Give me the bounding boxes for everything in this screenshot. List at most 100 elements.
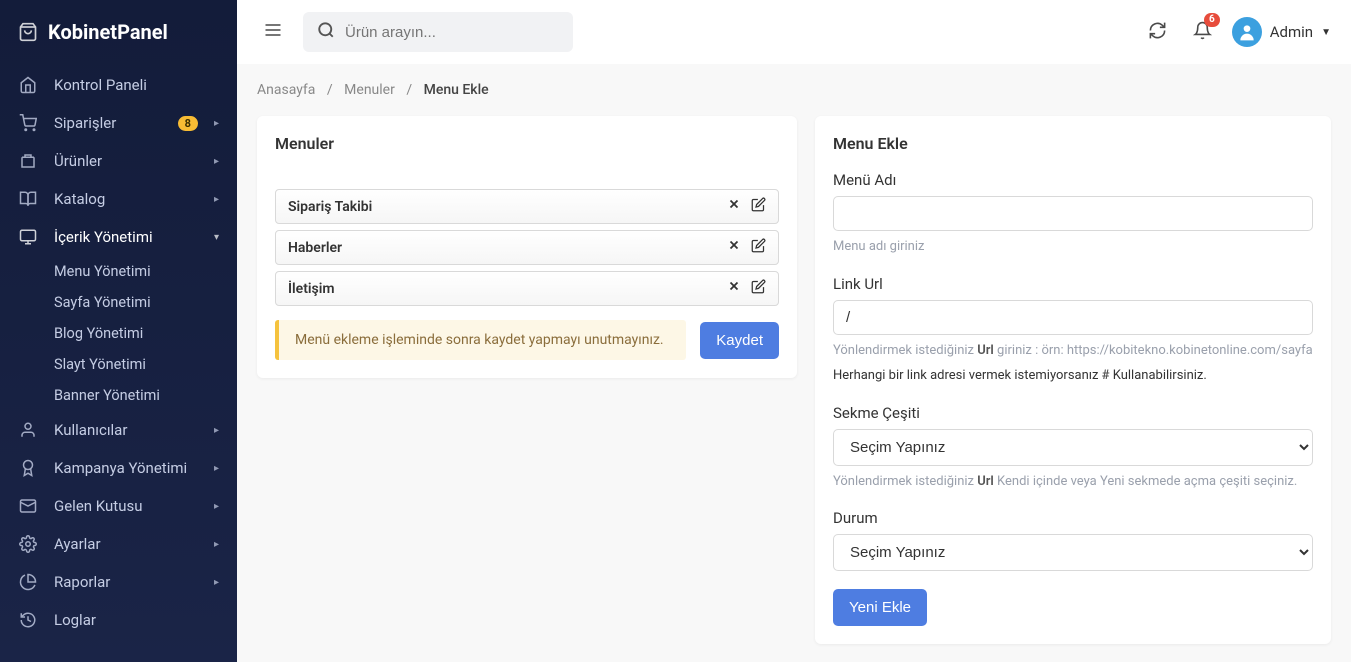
url-help-1: Yönlendirmek istediğiniz Url giriniz : ö… — [833, 341, 1313, 361]
brand-label: KobinetPanel — [48, 20, 168, 44]
status-select[interactable]: Seçim Yapınız — [833, 534, 1313, 571]
breadcrumb: Anasayfa / Menuler / Menu Ekle — [257, 82, 1331, 98]
nav-reports[interactable]: Raporlar ▸ — [0, 563, 237, 601]
nav-label: Kampanya Yönetimi — [54, 459, 198, 477]
menu-row[interactable]: Sipariş Takibi — [275, 189, 779, 224]
nav-products[interactable]: Ürünler ▸ — [0, 142, 237, 180]
breadcrumb-sep: / — [406, 82, 412, 98]
url-input[interactable] — [833, 300, 1313, 335]
delete-icon[interactable] — [727, 279, 741, 298]
nav-content[interactable]: İçerik Yönetimi ▾ — [0, 218, 237, 256]
url-label: Link Url — [833, 275, 1313, 293]
nav-label: Kullanıcılar — [54, 421, 198, 439]
chevron-right-icon: ▸ — [214, 463, 219, 474]
status-label: Durum — [833, 509, 1313, 527]
avatar — [1232, 17, 1262, 47]
subnav-label: Sayfa Yönetimi — [54, 294, 151, 311]
search-input[interactable] — [345, 24, 559, 41]
breadcrumb-mid[interactable]: Menuler — [344, 82, 395, 98]
nav-label: Katalog — [54, 190, 198, 208]
subnav-content: Menu Yönetimi Sayfa Yönetimi Blog Yöneti… — [0, 256, 237, 411]
search-icon — [317, 21, 335, 43]
logo-icon — [18, 18, 38, 46]
badge: 8 — [178, 116, 198, 131]
url-help-2: Herhangi bir link adresi vermek istemiyo… — [833, 366, 1313, 386]
breadcrumb-active: Menu Ekle — [424, 82, 489, 98]
nav-label: Ürünler — [54, 152, 198, 170]
sidebar: KobinetPanel Kontrol Paneli Siparişler 8… — [0, 0, 237, 662]
search-box[interactable] — [303, 12, 573, 52]
chevron-right-icon: ▸ — [214, 156, 219, 167]
edit-icon[interactable] — [751, 197, 766, 216]
tab-help: Yönlendirmek istediğiniz Url Kendi içind… — [833, 472, 1313, 492]
nav-catalog[interactable]: Katalog ▸ — [0, 180, 237, 218]
nav-logs[interactable]: Loglar — [0, 601, 237, 639]
user-menu[interactable]: Admin ▼ — [1232, 17, 1331, 47]
subnav-label: Slayt Yönetimi — [54, 356, 146, 373]
edit-icon[interactable] — [751, 238, 766, 257]
name-help: Menu adı giriniz — [833, 237, 1313, 257]
nav-dashboard[interactable]: Kontrol Paneli — [0, 66, 237, 104]
nav-orders[interactable]: Siparişler 8 ▸ — [0, 104, 237, 142]
chevron-right-icon: ▸ — [214, 539, 219, 550]
mail-icon — [18, 497, 38, 515]
chevron-right-icon: ▸ — [214, 501, 219, 512]
package-icon — [18, 152, 38, 170]
tab-label: Sekme Çeşiti — [833, 404, 1313, 422]
chart-icon — [18, 573, 38, 591]
nav-label: Loglar — [54, 611, 219, 629]
nav: Kontrol Paneli Siparişler 8 ▸ Ürünler ▸ … — [0, 66, 237, 639]
main: 6 Admin ▼ Anasayfa / Menuler / Menu Ekle — [237, 0, 1351, 662]
subnav-slide[interactable]: Slayt Yönetimi — [0, 349, 237, 380]
subnav-banner[interactable]: Banner Yönetimi — [0, 380, 237, 411]
cart-icon — [18, 114, 38, 132]
chevron-right-icon: ▸ — [214, 194, 219, 205]
delete-icon[interactable] — [727, 197, 741, 216]
menu-toggle[interactable] — [257, 14, 289, 50]
card-title: Menuler — [275, 134, 779, 153]
menu-row[interactable]: İletişim — [275, 271, 779, 306]
menu-row[interactable]: Haberler — [275, 230, 779, 265]
nav-campaigns[interactable]: Kampanya Yönetimi ▸ — [0, 449, 237, 487]
book-icon — [18, 190, 38, 208]
alert: Menü ekleme işleminde sonra kaydet yapma… — [275, 320, 686, 360]
user-name: Admin — [1270, 23, 1313, 41]
edit-icon[interactable] — [751, 279, 766, 298]
chevron-down-icon: ▾ — [214, 232, 219, 243]
card-title: Menu Ekle — [833, 134, 1313, 153]
delete-icon[interactable] — [727, 238, 741, 257]
caret-down-icon: ▼ — [1321, 27, 1331, 38]
subnav-label: Banner Yönetimi — [54, 387, 160, 404]
nav-label: İçerik Yönetimi — [54, 228, 198, 246]
nav-inbox[interactable]: Gelen Kutusu ▸ — [0, 487, 237, 525]
notif-badge: 6 — [1204, 13, 1220, 27]
subnav-page[interactable]: Sayfa Yönetimi — [0, 287, 237, 318]
breadcrumb-sep: / — [327, 82, 333, 98]
subnav-menu[interactable]: Menu Yönetimi — [0, 256, 237, 287]
monitor-icon — [18, 228, 38, 246]
nav-label: Ayarlar — [54, 535, 198, 553]
chevron-right-icon: ▸ — [214, 577, 219, 588]
refresh-button[interactable] — [1142, 15, 1173, 50]
content: Anasayfa / Menuler / Menu Ekle Menuler S… — [237, 64, 1351, 662]
nav-settings[interactable]: Ayarlar ▸ — [0, 525, 237, 563]
tab-select[interactable]: Seçim Yapınız — [833, 429, 1313, 466]
name-input[interactable] — [833, 196, 1313, 231]
save-button[interactable]: Kaydet — [700, 322, 779, 359]
add-button[interactable]: Yeni Ekle — [833, 589, 927, 626]
brand: KobinetPanel — [0, 0, 237, 66]
chevron-right-icon: ▸ — [214, 425, 219, 436]
subnav-blog[interactable]: Blog Yönetimi — [0, 318, 237, 349]
history-icon — [18, 611, 38, 629]
breadcrumb-home[interactable]: Anasayfa — [257, 82, 315, 98]
user-icon — [18, 421, 38, 439]
nav-label: Siparişler — [54, 114, 162, 132]
nav-label: Kontrol Paneli — [54, 76, 219, 94]
nav-label: Gelen Kutusu — [54, 497, 198, 515]
header: 6 Admin ▼ — [237, 0, 1351, 64]
nav-users[interactable]: Kullanıcılar ▸ — [0, 411, 237, 449]
chevron-right-icon: ▸ — [214, 118, 219, 129]
notifications-button[interactable]: 6 — [1187, 15, 1218, 50]
name-label: Menü Adı — [833, 171, 1313, 189]
menu-label: İletişim — [288, 281, 335, 297]
